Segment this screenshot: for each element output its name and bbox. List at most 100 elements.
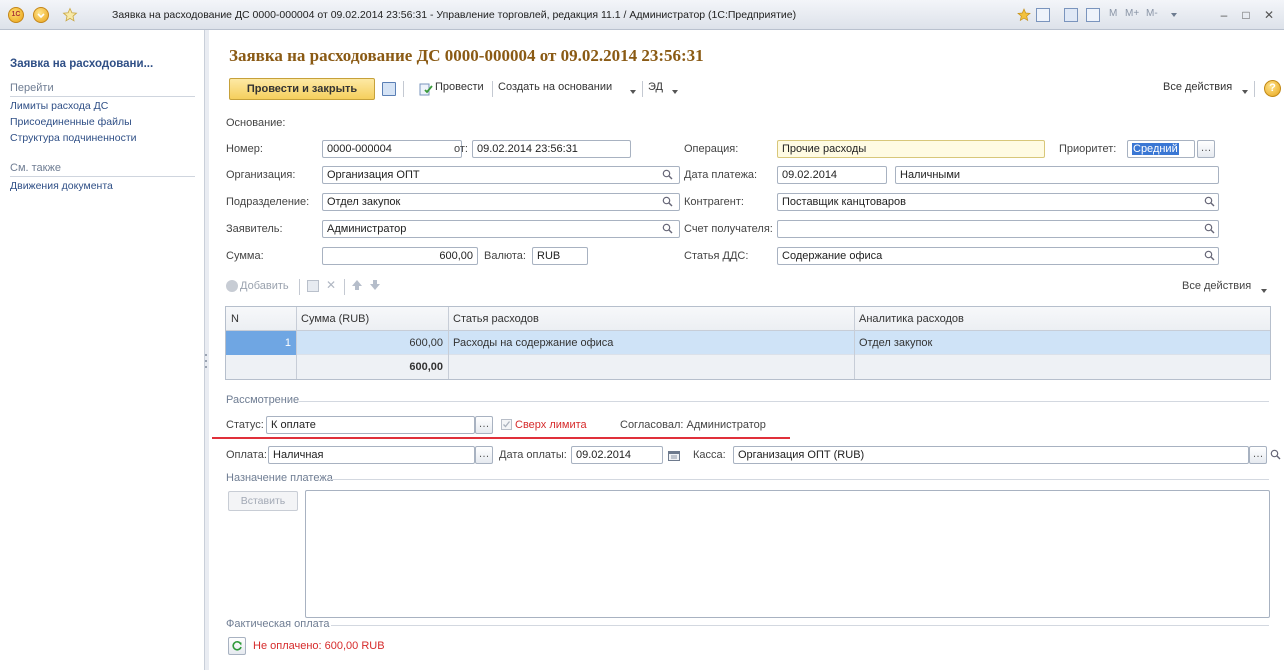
actual-payment-section-title: Фактическая оплата [226,618,330,630]
chevron-down-icon[interactable] [671,86,679,94]
favorites-icon[interactable] [1017,8,1031,22]
account-field[interactable] [777,220,1219,238]
calculator-icon[interactable] [1064,8,1078,22]
priority-select-button[interactable]: … [1197,140,1215,158]
col-divider [854,307,855,379]
col-header-item[interactable]: Статья расходов [448,307,854,331]
table-all-actions-button[interactable]: Все действия [1182,280,1251,292]
chevron-down-icon[interactable] [629,86,637,94]
cell-analytics[interactable]: Отдел закупок [854,331,1270,355]
paydate-field[interactable]: 09.02.2014 [777,166,887,184]
post-button[interactable]: Провести [435,81,484,93]
main-menu-icon[interactable] [33,7,49,23]
app-badge-text: 1С [11,11,21,18]
number-label: Номер: [226,143,263,155]
applicant-field[interactable]: Администратор [322,220,680,238]
payment-purpose-textarea[interactable] [305,490,1270,618]
cell-sum[interactable]: 600,00 [296,331,448,355]
page-title: Заявка на расходование ДС 0000-000004 от… [229,46,704,65]
left-nav-panel: Заявка на расходовани... Перейти Лимиты … [0,30,205,670]
search-icon[interactable] [662,169,673,180]
cash-field[interactable]: Организация ОПТ (RUB) [733,446,1249,464]
approved-by-label: Согласовал: Администратор [620,419,766,431]
paytype-field[interactable]: Наличными [895,166,1219,184]
delete-icon[interactable]: ✕ [326,279,338,291]
panel-splitter[interactable] [204,350,208,380]
status-field[interactable]: К оплате [266,416,475,434]
payment-field[interactable]: Наличная [268,446,475,464]
help-button[interactable]: ? [1264,80,1281,97]
toolbar-separator [492,81,493,97]
toolbar-separator [403,81,404,97]
search-icon[interactable] [1204,223,1215,234]
toolbar-separator [299,279,300,295]
cash-label: Касса: [693,449,726,461]
nav-title[interactable]: Заявка на расходовани... [10,58,153,70]
refresh-button[interactable] [228,637,246,655]
date-field[interactable]: 09.02.2014 23:56:31 [472,140,631,158]
search-icon[interactable] [662,223,673,234]
mem-button-m[interactable]: M [1109,8,1117,19]
add-icon[interactable] [226,280,238,292]
cash-select-button[interactable]: … [1249,446,1267,464]
priority-field[interactable]: Средний [1127,140,1195,158]
search-icon[interactable] [1204,196,1215,207]
nav-goto-header: Перейти [10,82,54,94]
table-footer: 600,00 [226,355,1270,379]
post-and-close-button[interactable]: Провести и закрыть [229,78,375,100]
section-divider [299,401,1269,402]
org-field[interactable]: Организация ОПТ [322,166,680,184]
sum-field[interactable]: 600,00 [322,247,478,265]
search-icon[interactable] [662,196,673,207]
nav-divider [10,96,195,97]
nav-link-files[interactable]: Присоединенные файлы [10,116,132,128]
col-header-analytics[interactable]: Аналитика расходов [854,307,1270,331]
status-select-button[interactable]: … [475,416,493,434]
search-icon[interactable] [1204,250,1215,261]
move-down-icon[interactable] [369,279,381,291]
dds-field[interactable]: Содержание офиса [777,247,1219,265]
chevron-down-icon[interactable] [1168,9,1180,21]
move-up-icon[interactable] [351,279,363,291]
chevron-down-icon[interactable] [1260,285,1268,293]
applicant-label: Заявитель: [226,223,283,235]
cell-n[interactable]: 1 [226,331,296,355]
add-row-button[interactable]: Добавить [240,280,289,292]
app-logo-icon[interactable]: 1С [8,7,24,23]
mem-button-mplus[interactable]: M+ [1125,8,1139,19]
nav-link-limits[interactable]: Лимиты расхода ДС [10,100,108,112]
copy-icon[interactable] [307,280,319,292]
minimize-button[interactable]: – [1216,7,1232,23]
calendar-icon[interactable] [668,450,680,461]
favorite-star-icon[interactable] [62,7,78,23]
priority-value: Средний [1132,143,1179,155]
table-row[interactable]: 1 600,00 Расходы на содержание офиса Отд… [226,331,1270,355]
chevron-down-icon[interactable] [1241,86,1249,94]
col-header-n[interactable]: N [226,307,296,331]
number-field[interactable]: 0000-000004 [322,140,462,158]
insert-button[interactable]: Вставить [228,491,298,511]
over-limit-checkbox[interactable] [501,419,512,430]
search-icon[interactable] [1270,449,1281,460]
calendar-icon[interactable] [1086,8,1100,22]
save-icon[interactable] [382,82,396,96]
maximize-button[interactable]: □ [1238,7,1254,23]
mem-button-mminus[interactable]: M- [1146,8,1158,19]
contractor-field[interactable]: Поставщик канцтоваров [777,193,1219,211]
all-actions-button[interactable]: Все действия [1163,81,1232,93]
col-header-sum[interactable]: Сумма (RUB) [296,307,448,331]
currency-field[interactable]: RUB [532,247,588,265]
contractor-label: Контрагент: [684,196,744,208]
ed-menu-button[interactable]: ЭД [648,81,663,93]
history-icon[interactable] [1036,8,1050,22]
nav-link-structure[interactable]: Структура подчиненности [10,132,137,144]
operation-field[interactable]: Прочие расходы [777,140,1045,158]
nav-link-movements[interactable]: Движения документа [10,180,113,192]
dept-field[interactable]: Отдел закупок [322,193,680,211]
payment-date-field[interactable]: 09.02.2014 [571,446,663,464]
close-button[interactable]: ✕ [1261,7,1277,23]
post-document-icon[interactable] [419,82,433,96]
cell-item[interactable]: Расходы на содержание офиса [448,331,854,355]
payment-select-button[interactable]: … [475,446,493,464]
create-based-on-button[interactable]: Создать на основании [498,81,612,93]
